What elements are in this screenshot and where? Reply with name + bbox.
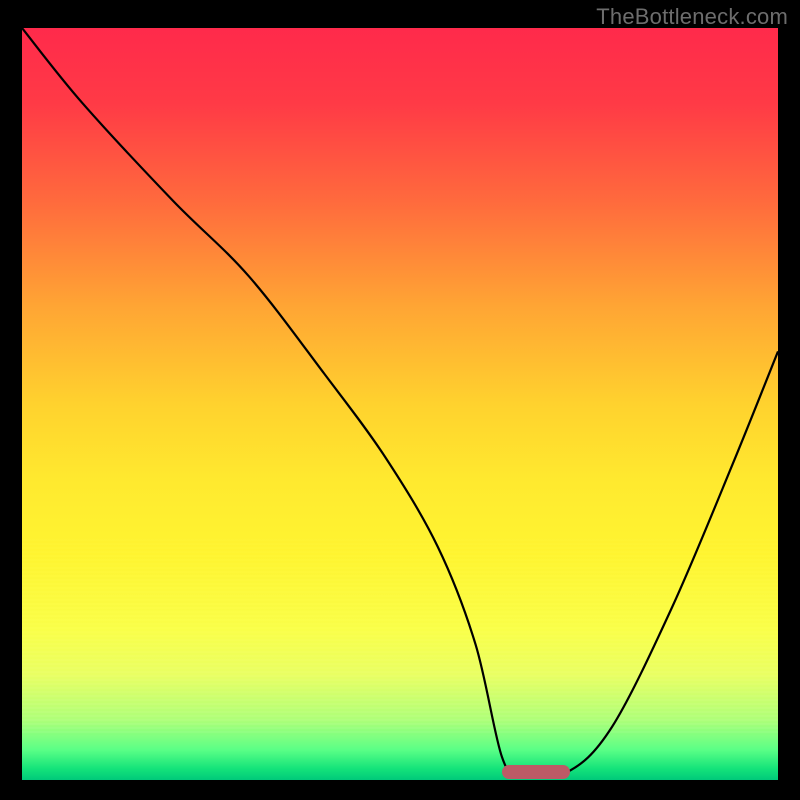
watermark-text: TheBottleneck.com [596,4,788,30]
plot-area [22,28,778,780]
chart-frame: TheBottleneck.com [0,0,800,800]
curve-layer [22,28,778,780]
bottleneck-curve [22,28,778,776]
optimal-range-marker [502,765,570,779]
